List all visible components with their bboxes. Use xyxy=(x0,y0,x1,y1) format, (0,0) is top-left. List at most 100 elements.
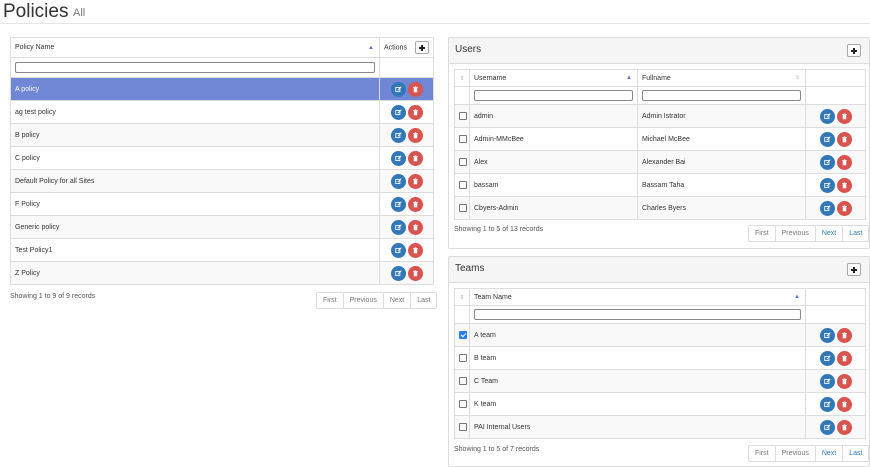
pager-last-button[interactable]: Last xyxy=(842,226,868,241)
table-row[interactable]: C Team xyxy=(454,369,866,393)
delete-button[interactable] xyxy=(836,131,852,147)
fullname-header[interactable]: Fullname ⇕ xyxy=(637,69,806,87)
pager-first-button[interactable]: First xyxy=(749,446,775,461)
edit-button[interactable] xyxy=(390,81,406,97)
table-row[interactable]: Alex Alexander Bai xyxy=(454,150,866,174)
table-row[interactable]: B team xyxy=(454,346,866,370)
table-row[interactable]: ag test policy xyxy=(10,100,434,124)
delete-button[interactable] xyxy=(407,196,423,212)
delete-button[interactable] xyxy=(836,108,852,124)
row-checkbox[interactable] xyxy=(459,354,467,362)
delete-button[interactable] xyxy=(836,350,852,366)
table-row[interactable]: PAI Internal Users xyxy=(454,415,866,439)
edit-button[interactable] xyxy=(819,327,835,343)
delete-button[interactable] xyxy=(407,81,423,97)
row-checkbox[interactable] xyxy=(459,377,467,385)
edit-button[interactable] xyxy=(390,150,406,166)
user-actions-cell xyxy=(805,150,866,174)
edit-button[interactable] xyxy=(819,177,835,193)
edit-button[interactable] xyxy=(390,173,406,189)
delete-button[interactable] xyxy=(836,373,852,389)
pager-previous-button[interactable]: Previous xyxy=(342,293,383,308)
fullname-header-label: Fullname xyxy=(642,74,671,82)
select-sort-icon[interactable]: ⇕ xyxy=(454,288,470,306)
edit-button[interactable] xyxy=(390,265,406,281)
edit-button[interactable] xyxy=(819,108,835,124)
add-policy-button[interactable] xyxy=(414,41,429,54)
username-filter[interactable] xyxy=(474,89,633,101)
table-row[interactable]: A team xyxy=(454,323,866,347)
table-row[interactable]: B policy xyxy=(10,123,434,147)
pager-first-button[interactable]: First xyxy=(317,293,343,308)
edit-button[interactable] xyxy=(390,242,406,258)
row-checkbox[interactable] xyxy=(459,423,467,431)
policy-actions-cell xyxy=(379,123,434,147)
edit-button[interactable] xyxy=(819,350,835,366)
delete-button[interactable] xyxy=(836,200,852,216)
table-row[interactable]: C policy xyxy=(10,146,434,170)
table-row[interactable]: Cbyers-Admin Charles Byers xyxy=(454,196,866,220)
add-user-button[interactable] xyxy=(847,44,861,57)
add-team-button[interactable] xyxy=(847,263,861,276)
team-name-header[interactable]: Team Name ▲ xyxy=(469,288,806,306)
delete-button[interactable] xyxy=(407,219,423,235)
edit-button[interactable] xyxy=(819,373,835,389)
table-row[interactable]: A policy xyxy=(10,77,434,101)
policy-actions-cell xyxy=(379,100,434,124)
edit-button[interactable] xyxy=(819,154,835,170)
delete-button[interactable] xyxy=(407,242,423,258)
delete-button[interactable] xyxy=(407,104,423,120)
pager-last-button[interactable]: Last xyxy=(842,446,868,461)
row-checkbox[interactable] xyxy=(459,181,467,189)
delete-button[interactable] xyxy=(836,177,852,193)
edit-button[interactable] xyxy=(390,104,406,120)
pager-last-button[interactable]: Last xyxy=(410,293,436,308)
table-row[interactable]: Admin-MMcBee Michael McBee xyxy=(454,127,866,151)
team-name: A team xyxy=(474,331,496,339)
row-checkbox[interactable] xyxy=(459,400,467,408)
pager-next-button[interactable]: Next xyxy=(382,293,410,308)
delete-button[interactable] xyxy=(407,265,423,281)
edit-button[interactable] xyxy=(819,131,835,147)
row-checkbox[interactable] xyxy=(459,158,467,166)
edit-button[interactable] xyxy=(390,196,406,212)
pager-next-button[interactable]: Next xyxy=(814,226,842,241)
pager-previous-button[interactable]: Previous xyxy=(774,446,815,461)
pager-previous-button[interactable]: Previous xyxy=(774,226,815,241)
row-checkbox[interactable] xyxy=(459,331,467,339)
username: Alex xyxy=(474,158,488,166)
pager-first-button[interactable]: First xyxy=(749,226,775,241)
username-header[interactable]: Username ▲ xyxy=(469,69,638,87)
pager-next-button[interactable]: Next xyxy=(814,446,842,461)
team-name-filter[interactable] xyxy=(474,308,801,320)
table-row[interactable]: Generic policy xyxy=(10,215,434,239)
teams-pager: First Previous Next Last xyxy=(748,445,870,462)
edit-button[interactable] xyxy=(390,127,406,143)
policy-name-header[interactable]: Policy Name ▲ xyxy=(10,37,380,58)
row-checkbox[interactable] xyxy=(459,204,467,212)
delete-button[interactable] xyxy=(836,396,852,412)
table-row[interactable]: F Policy xyxy=(10,192,434,216)
delete-button[interactable] xyxy=(407,150,423,166)
table-row[interactable]: Z Policy xyxy=(10,261,434,285)
policy-name-cell: B policy xyxy=(10,123,380,147)
fullname-filter[interactable] xyxy=(642,89,801,101)
delete-button[interactable] xyxy=(836,154,852,170)
table-row[interactable]: Test Policy1 xyxy=(10,238,434,262)
table-row[interactable]: Default Policy for all Sites xyxy=(10,169,434,193)
row-checkbox[interactable] xyxy=(459,135,467,143)
table-row[interactable]: bassam Bassam Taha xyxy=(454,173,866,197)
edit-button[interactable] xyxy=(819,419,835,435)
select-sort-icon[interactable]: ⇕ xyxy=(454,69,470,87)
table-row[interactable]: K team xyxy=(454,392,866,416)
delete-button[interactable] xyxy=(407,127,423,143)
delete-button[interactable] xyxy=(836,419,852,435)
delete-button[interactable] xyxy=(836,327,852,343)
policy-name-filter[interactable] xyxy=(15,61,375,73)
table-row[interactable]: admin Admin Istrator xyxy=(454,104,866,128)
row-checkbox[interactable] xyxy=(459,112,467,120)
edit-button[interactable] xyxy=(819,396,835,412)
delete-button[interactable] xyxy=(407,173,423,189)
edit-button[interactable] xyxy=(390,219,406,235)
edit-button[interactable] xyxy=(819,200,835,216)
